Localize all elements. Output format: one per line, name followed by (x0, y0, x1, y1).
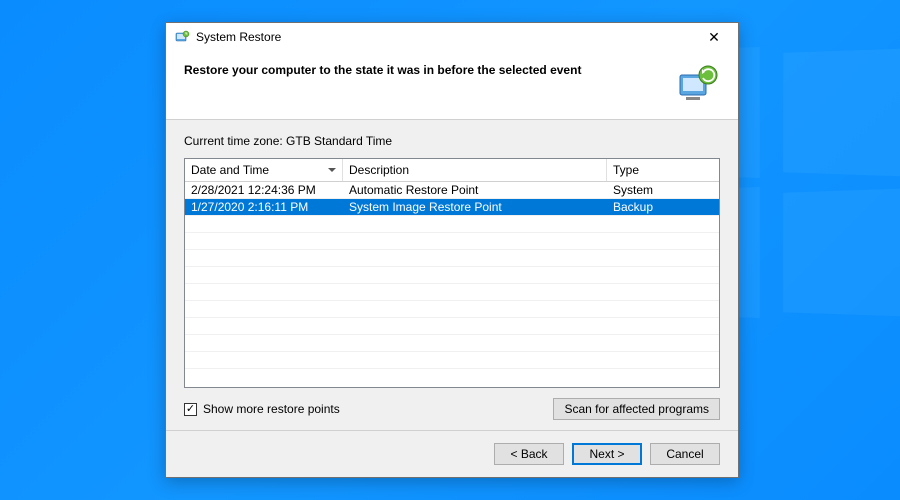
cell-description: System Image Restore Point (343, 200, 607, 214)
below-table-row: ✓ Show more restore points Scan for affe… (184, 388, 720, 420)
show-more-checkbox[interactable]: ✓ Show more restore points (184, 402, 340, 416)
next-button[interactable]: Next > (572, 443, 642, 465)
table-row-empty (185, 233, 719, 250)
table-header: Date and Time Description Type (185, 159, 719, 182)
system-restore-icon (174, 29, 190, 45)
system-restore-dialog: System Restore ✕ Restore your computer t… (165, 22, 739, 478)
table-row-empty (185, 352, 719, 369)
content-panel: Current time zone: GTB Standard Time Dat… (166, 120, 738, 430)
footer: < Back Next > Cancel (166, 430, 738, 477)
column-header-description[interactable]: Description (343, 159, 607, 181)
page-heading: Restore your computer to the state it wa… (184, 61, 664, 77)
table-row-empty (185, 318, 719, 335)
checkbox-icon: ✓ (184, 403, 197, 416)
close-icon: ✕ (708, 29, 720, 46)
table-row[interactable]: 2/28/2021 12:24:36 PMAutomatic Restore P… (185, 182, 719, 199)
restore-large-icon (674, 61, 720, 107)
cell-type: Backup (607, 200, 719, 214)
table-body: 2/28/2021 12:24:36 PMAutomatic Restore P… (185, 182, 719, 387)
table-row[interactable]: 1/27/2020 2:16:11 PMSystem Image Restore… (185, 199, 719, 216)
back-button[interactable]: < Back (494, 443, 564, 465)
table-row-empty (185, 284, 719, 301)
restore-points-table: Date and Time Description Type 2/28/2021… (184, 158, 720, 388)
table-row-empty (185, 250, 719, 267)
cell-description: Automatic Restore Point (343, 183, 607, 197)
table-row-empty (185, 216, 719, 233)
cell-date: 1/27/2020 2:16:11 PM (185, 200, 343, 214)
cell-type: System (607, 183, 719, 197)
window-title: System Restore (196, 30, 281, 44)
cancel-button[interactable]: Cancel (650, 443, 720, 465)
close-button[interactable]: ✕ (696, 26, 732, 48)
scan-affected-programs-button[interactable]: Scan for affected programs (553, 398, 720, 420)
titlebar: System Restore ✕ (166, 23, 738, 51)
table-row-empty (185, 267, 719, 284)
cell-date: 2/28/2021 12:24:36 PM (185, 183, 343, 197)
column-header-date[interactable]: Date and Time (185, 159, 343, 181)
header-panel: Restore your computer to the state it wa… (166, 51, 738, 119)
checkbox-label: Show more restore points (203, 402, 340, 416)
timezone-label: Current time zone: GTB Standard Time (184, 134, 720, 148)
table-row-empty (185, 335, 719, 352)
table-row-empty (185, 301, 719, 318)
column-header-type[interactable]: Type (607, 159, 719, 181)
